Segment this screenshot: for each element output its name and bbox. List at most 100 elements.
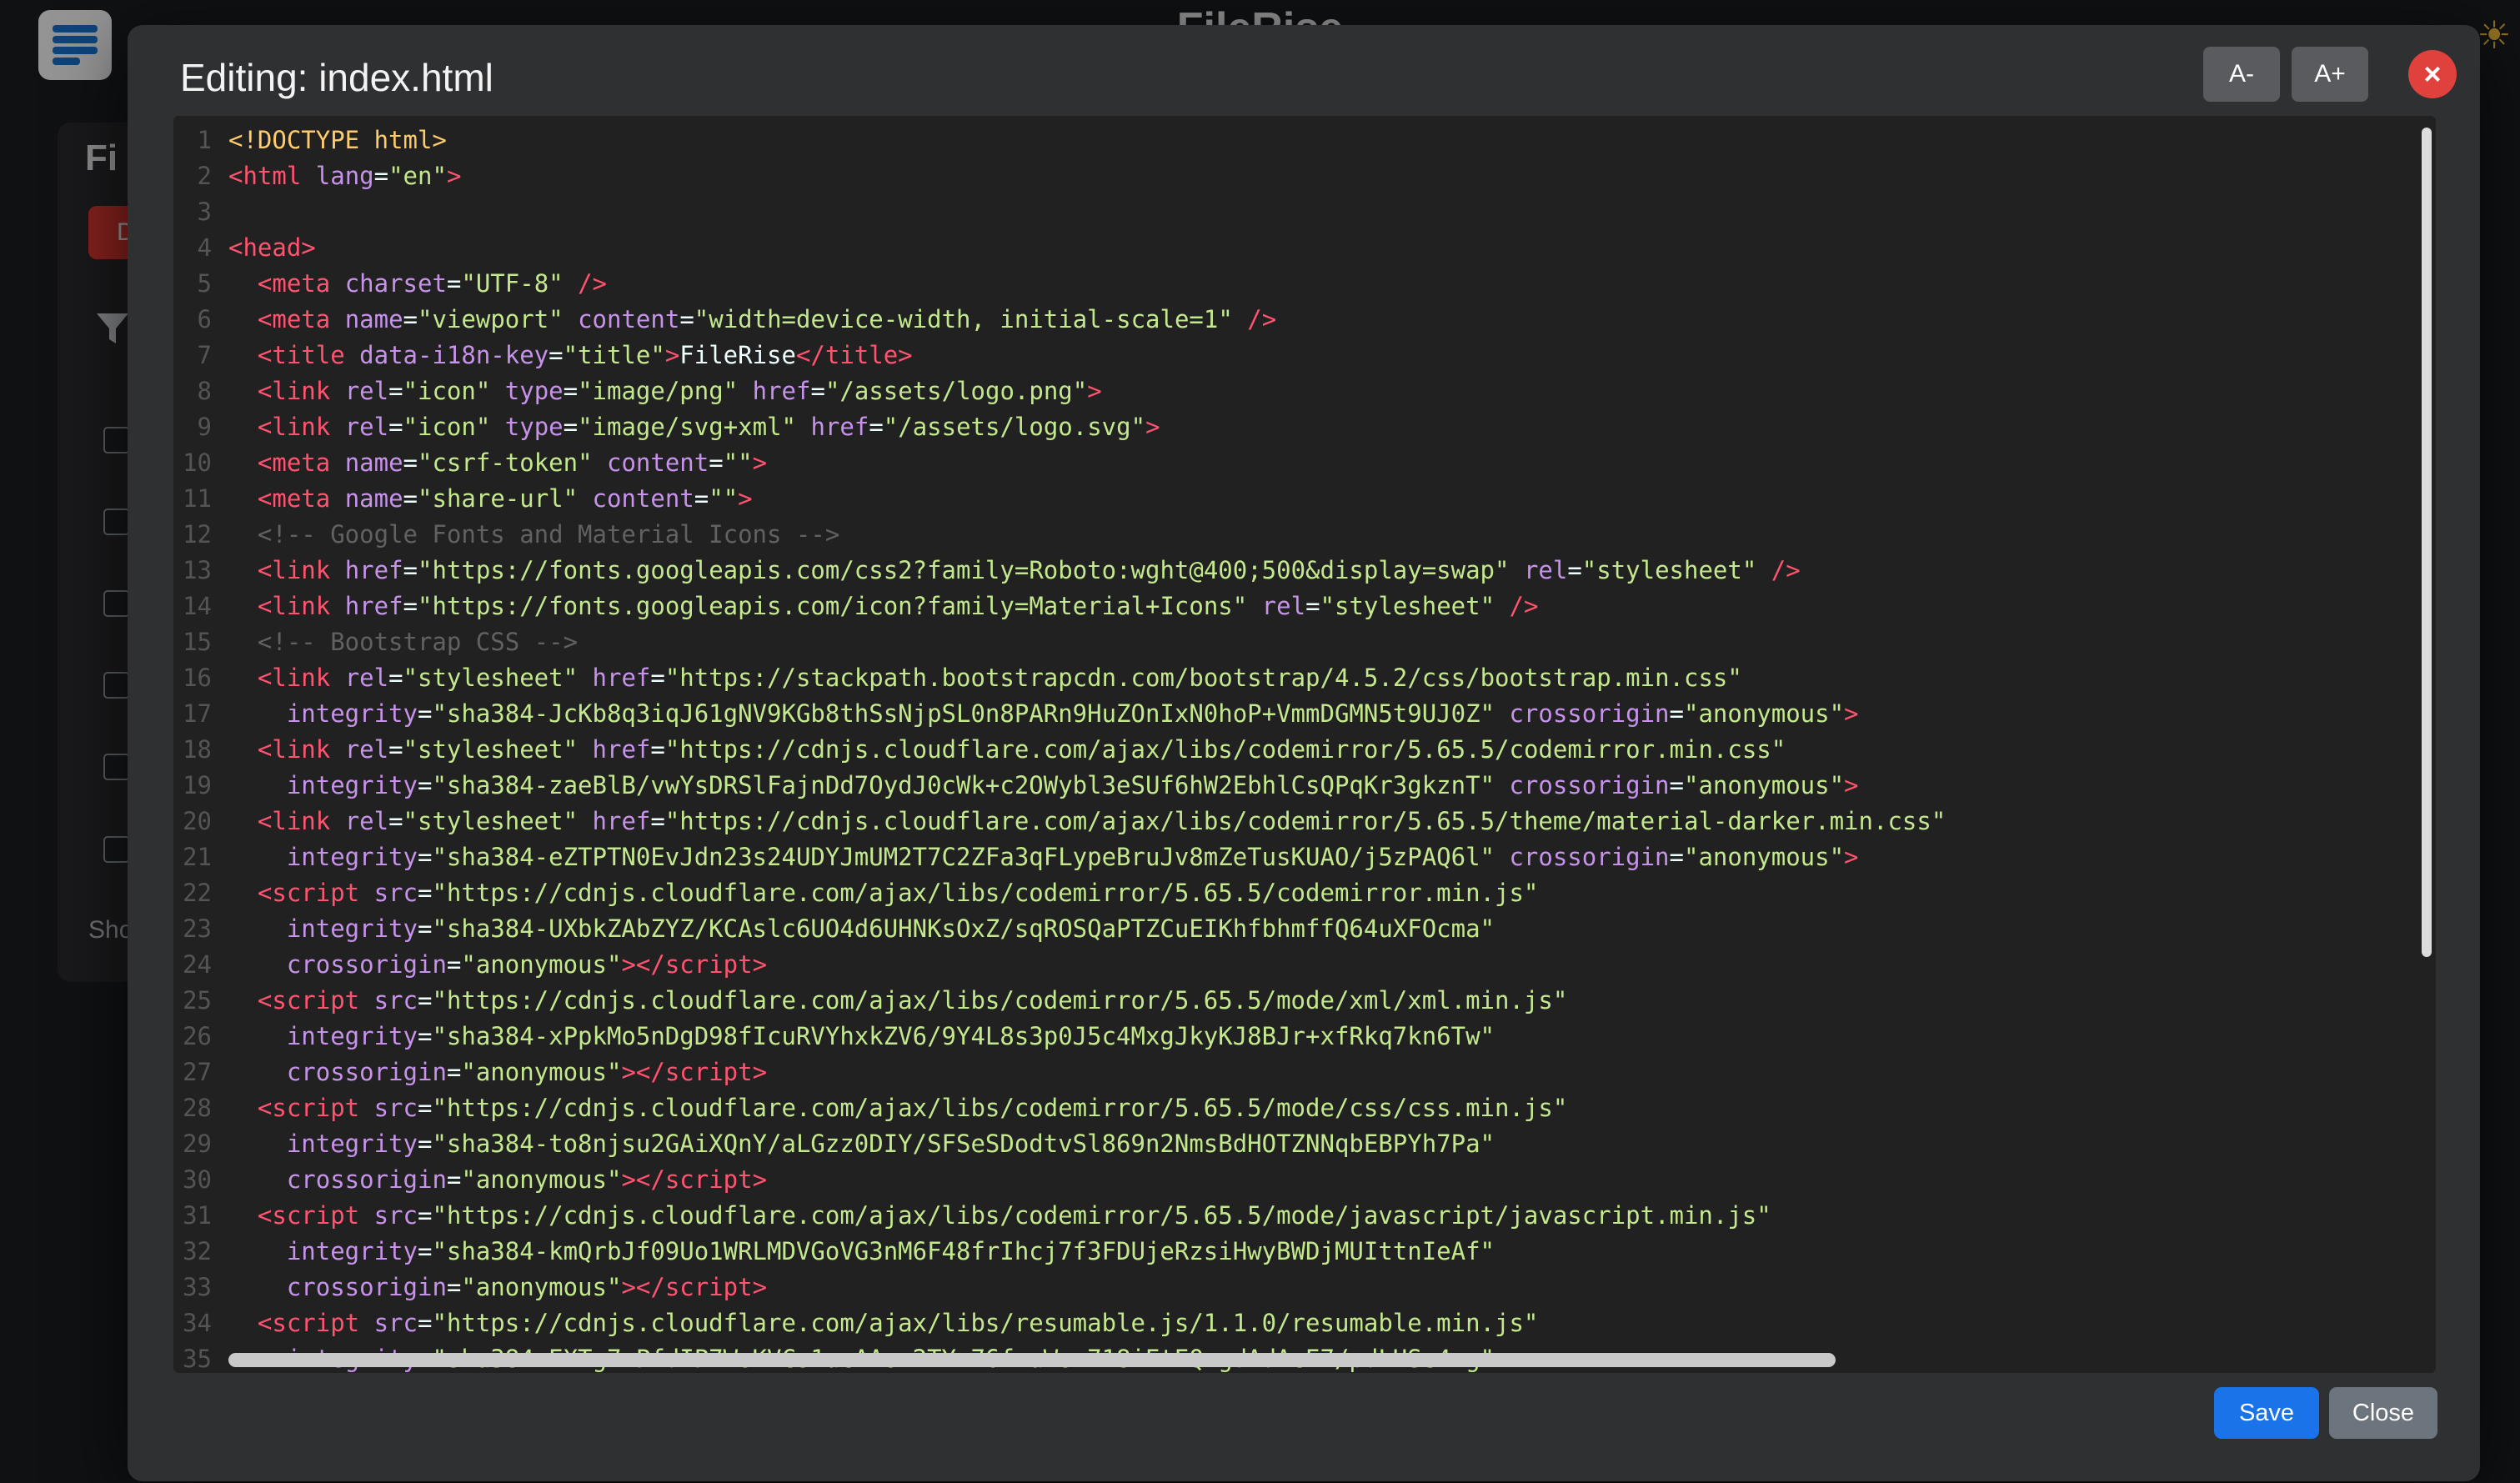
code-line: 6 <meta name="viewport" content="width=d… [173,302,1946,338]
line-number: 19 [173,768,212,804]
close-icon: × [2423,57,2441,91]
code-token-str: "stylesheet" [403,664,579,692]
code-token-text: = [679,305,694,333]
code-token-tag: <link [258,735,330,764]
font-decrease-button[interactable]: A- [2203,47,2280,102]
code-token-attr: content [564,305,680,333]
code-token-str: "stylesheet" [1582,556,1757,584]
code-token-str: "https://cdnjs.cloudflare.com/ajax/libs/… [432,1201,1771,1230]
code-token-text: = [418,879,432,907]
line-number: 23 [173,911,212,947]
code-line: 3 [173,194,1946,230]
code-token-tag: <link [258,807,330,835]
code-token-attr: charset [330,269,447,298]
line-number: 25 [173,983,212,1019]
code-token-text: = [447,269,461,298]
code-token-str: "anonymous" [461,1273,621,1301]
code-line: 14 <link href="https://fonts.googleapis.… [173,589,1946,624]
code-token-text: = [418,1094,432,1122]
code-token-text: = [1670,771,1684,799]
code-line: 15 <!-- Bootstrap CSS --> [173,624,1946,660]
code-token-str: "anonymous" [1684,771,1844,799]
code-token-tag: <head> [228,233,316,262]
code-token-text: = [418,986,432,1015]
code-line: 31 <script src="https://cdnjs.cloudflare… [173,1198,1946,1234]
line-number: 4 [173,230,212,266]
code-token-text [228,269,258,298]
code-token-tag: /> [564,269,607,298]
code-line: 29 integrity="sha384-to8njsu2GAiXQnY/aLG… [173,1126,1946,1162]
code-line: 2<html lang="en"> [173,158,1946,194]
code-token-text [228,664,258,692]
code-line: 24 crossorigin="anonymous"></script> [173,947,1946,983]
code-token-str: "https://cdnjs.cloudflare.com/ajax/libs/… [665,807,1946,835]
code-token-str: "title" [564,341,665,369]
code-token-text: = [403,305,418,333]
code-token-text: = [869,413,883,441]
code-token-attr: href [578,807,650,835]
code-token-attr: src [359,1309,418,1337]
code-token-attr: rel [1247,592,1305,620]
code-token-str: "sha384-JcKb8q3iqJ61gNV9KGb8thSsNjpSL0n8… [432,699,1495,728]
code-token-text: = [418,1130,432,1158]
code-token-str: "anonymous" [1684,699,1844,728]
line-number: 3 [173,194,212,230]
code-token-tag: /> [1495,592,1538,620]
code-line: 11 <meta name="share-url" content=""> [173,481,1946,517]
code-token-str: "en" [388,162,447,190]
line-number: 35 [173,1341,212,1373]
line-number: 26 [173,1019,212,1055]
code-token-str: "image/svg+xml" [578,413,796,441]
code-line: 32 integrity="sha384-kmQrbJf09Uo1WRLMDVG… [173,1234,1946,1270]
code-token-str: "csrf-token" [418,448,593,477]
code-token-attr: crossorigin [287,1165,447,1194]
line-number: 2 [173,158,212,194]
save-button[interactable]: Save [2214,1387,2319,1439]
code-token-attr: href [738,377,810,405]
code-editor[interactable]: 1<!DOCTYPE html>2<html lang="en">34<head… [173,116,2436,1373]
code-token-text: = [549,341,563,369]
code-token-tag: > [1844,699,1858,728]
code-token-text [228,879,258,907]
code-token-attr: type [490,377,563,405]
font-increase-button[interactable]: A+ [2292,47,2368,102]
code-token-str: "https://cdnjs.cloudflare.com/ajax/libs/… [665,735,1786,764]
line-number: 28 [173,1090,212,1126]
code-token-str: "https://cdnjs.cloudflare.com/ajax/libs/… [432,1094,1567,1122]
code-token-attr: src [359,879,418,907]
code-token-tag: > [1844,843,1858,871]
code-token-tag: > [1844,771,1858,799]
code-token-text [228,1309,258,1337]
code-token-str: "https://fonts.googleapis.com/css2?famil… [418,556,1509,584]
code-token-attr: crossorigin [1495,699,1670,728]
code-token-attr: integrity [287,771,418,799]
code-token-attr: integrity [287,1130,418,1158]
code-token-attr: href [578,664,650,692]
code-token-str: "sha384-xPpkMo5nDgD98fIcuRVYhxkZV6/9Y4L8… [432,1022,1495,1050]
line-number: 30 [173,1162,212,1198]
line-number: 27 [173,1055,212,1090]
line-number: 5 [173,266,212,302]
code-token-tag: > [1087,377,1101,405]
code-token-text [228,448,258,477]
editor-modal: Editing: index.html A- A+ × 1<!DOCTYPE h… [128,25,2480,1481]
code-token-str: "anonymous" [1684,843,1844,871]
code-token-comment: <!-- Bootstrap CSS --> [228,628,578,656]
horizontal-scrollbar[interactable] [228,1353,1836,1367]
close-button[interactable]: Close [2329,1387,2437,1439]
code-token-text [228,377,258,405]
code-token-text [228,986,258,1015]
line-number: 15 [173,624,212,660]
code-line: 12 <!-- Google Fonts and Material Icons … [173,517,1946,553]
code-token-tag: <link [258,377,330,405]
code-token-text: = [418,699,432,728]
code-token-text: = [374,162,388,190]
vertical-scrollbar[interactable] [2422,128,2432,957]
code-token-attr: src [359,1201,418,1230]
code-token-attr: integrity [287,1022,418,1050]
code-token-str: "UTF-8" [461,269,563,298]
code-token-text: = [403,592,418,620]
code-token-attr: crossorigin [1495,771,1670,799]
line-number: 11 [173,481,212,517]
modal-close-button[interactable]: × [2408,50,2457,98]
